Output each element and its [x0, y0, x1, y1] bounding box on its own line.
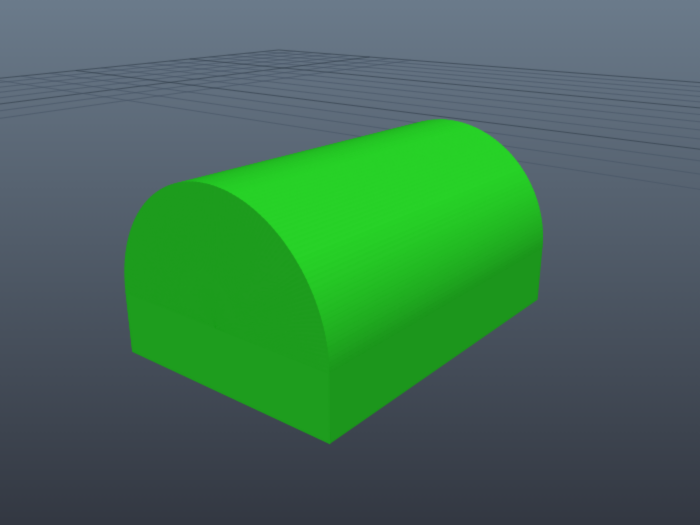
viewport-canvas[interactable]: [0, 0, 700, 525]
